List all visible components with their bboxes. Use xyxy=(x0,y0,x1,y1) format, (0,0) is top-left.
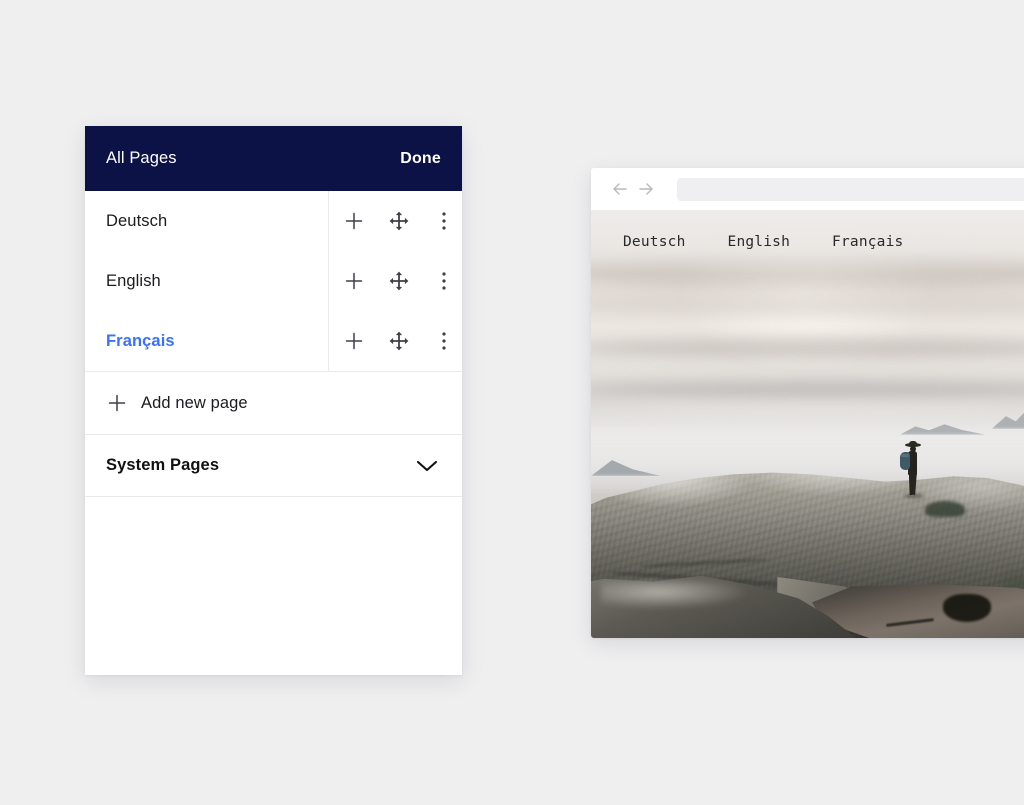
plus-icon[interactable] xyxy=(332,259,376,303)
panel-header: All Pages Done xyxy=(85,126,462,191)
page-row-label: Deutsch xyxy=(106,211,168,230)
plus-icon xyxy=(106,392,132,414)
page-row-deutsch[interactable]: Deutsch xyxy=(85,191,462,251)
site-nav-link-francais[interactable]: Français xyxy=(832,234,903,250)
move-icon[interactable] xyxy=(377,199,421,243)
photo-hiker-backpack-strap xyxy=(900,454,909,458)
site-navigation: Deutsch English Français xyxy=(591,210,1024,274)
chevron-down-icon[interactable] xyxy=(416,459,438,473)
page-row-english[interactable]: English xyxy=(85,251,462,311)
kebab-menu-icon[interactable] xyxy=(422,319,462,363)
page-row-label: English xyxy=(106,271,161,290)
system-pages-section[interactable]: System Pages xyxy=(85,435,462,497)
arrow-left-icon[interactable] xyxy=(607,176,633,202)
page-list: Deutsch English Français xyxy=(85,191,462,372)
site-nav-link-english[interactable]: English xyxy=(728,234,791,250)
add-new-page-label: Add new page xyxy=(141,393,248,412)
browser-chrome xyxy=(591,168,1024,210)
site-viewport: Deutsch English Français xyxy=(591,210,1024,638)
photo-shrub xyxy=(924,501,965,518)
page-title: All Pages xyxy=(106,149,177,167)
arrow-right-icon[interactable] xyxy=(633,176,659,202)
page-row-actions xyxy=(328,259,462,303)
photo-rock-highlight xyxy=(601,580,748,610)
page-row-actions xyxy=(328,199,462,243)
plus-icon[interactable] xyxy=(332,199,376,243)
photo-cloud xyxy=(591,338,1024,359)
photo-hiker-hat-crown xyxy=(908,440,917,445)
photo-floating-stick xyxy=(885,617,935,627)
add-new-page-button[interactable]: Add new page xyxy=(85,372,462,435)
photo-hiker-reflection xyxy=(942,593,991,622)
browser-preview-window: Deutsch English Français xyxy=(591,168,1024,638)
site-nav-link-deutsch[interactable]: Deutsch xyxy=(623,234,686,250)
page-row-label: Français xyxy=(106,331,175,350)
url-input[interactable] xyxy=(677,177,1024,201)
kebab-menu-icon[interactable] xyxy=(422,199,462,243)
plus-icon[interactable] xyxy=(332,319,376,363)
page-row-francais[interactable]: Français xyxy=(85,311,462,371)
move-icon[interactable] xyxy=(377,259,421,303)
page-row-actions xyxy=(328,319,462,363)
kebab-menu-icon[interactable] xyxy=(422,259,462,303)
all-pages-panel: All Pages Done Deutsch English Français … xyxy=(85,126,462,675)
hero-photo xyxy=(591,210,1024,638)
photo-cloud xyxy=(591,291,1024,318)
photo-cloud xyxy=(591,381,1024,398)
photo-hiker-shadow xyxy=(903,494,924,499)
photo-hiker xyxy=(899,440,929,499)
system-pages-label: System Pages xyxy=(106,456,220,474)
done-button[interactable]: Done xyxy=(400,150,441,168)
screen-root: All Pages Done Deutsch English Français … xyxy=(0,0,1024,805)
move-icon[interactable] xyxy=(377,319,421,363)
photo-hiker-legs xyxy=(908,473,917,496)
